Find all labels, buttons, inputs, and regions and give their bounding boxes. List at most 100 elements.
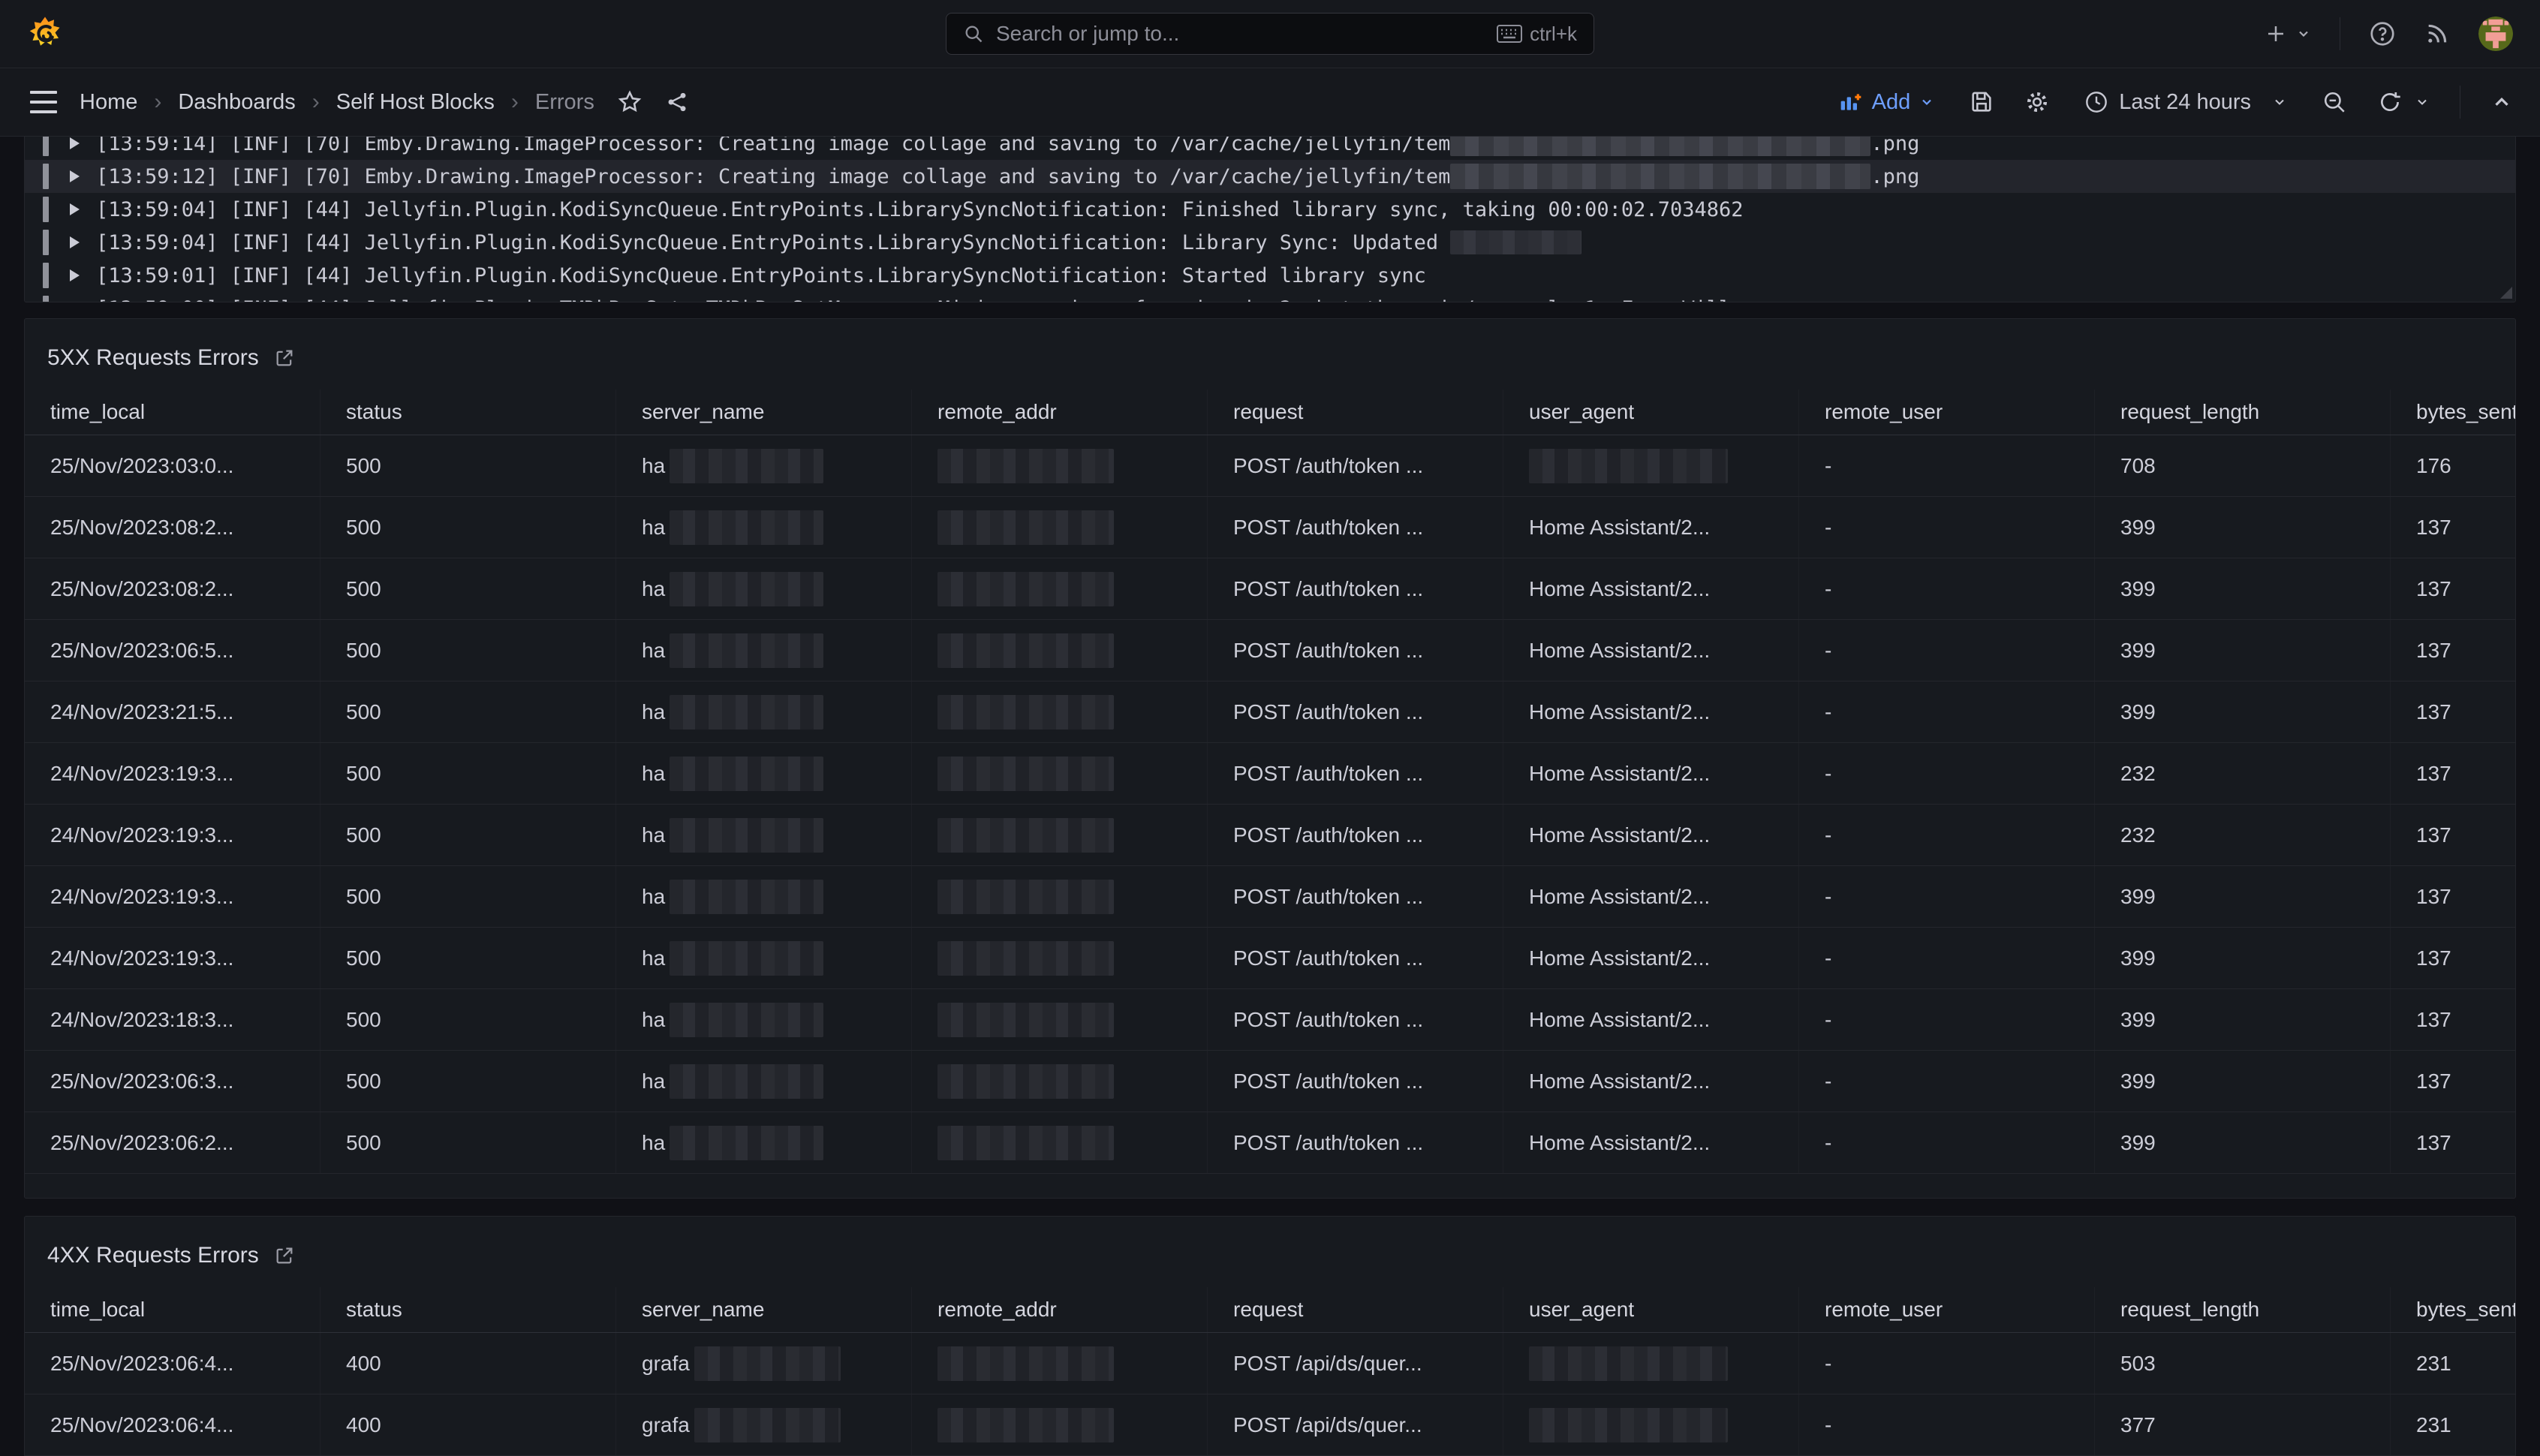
avatar[interactable]	[2478, 17, 2513, 51]
grafana-logo-icon[interactable]	[27, 15, 63, 53]
redacted-blur	[670, 941, 823, 976]
panel-header[interactable]: 5XX Requests Errors	[25, 319, 2515, 373]
column-header-server-name[interactable]: server_name	[616, 390, 912, 435]
help-button[interactable]	[2369, 20, 2396, 47]
column-header-time-local[interactable]: time_local	[25, 390, 321, 435]
column-header-request-length[interactable]: request_length	[2095, 390, 2391, 435]
table-row[interactable]: 25/Nov/2023:06:3...500haPOST /auth/token…	[25, 1051, 2515, 1112]
cell-text: 25/Nov/2023:06:3...	[50, 1069, 233, 1094]
news-button[interactable]	[2424, 21, 2450, 47]
cell-text: ha	[642, 762, 665, 786]
zoom-out-button[interactable]	[2322, 89, 2347, 115]
external-link-icon[interactable]	[274, 1245, 295, 1266]
column-header-request[interactable]: request	[1208, 390, 1503, 435]
cell-text: 137	[2416, 1131, 2451, 1155]
table-row[interactable]: 24/Nov/2023:19:3...500haPOST /auth/token…	[25, 805, 2515, 866]
table-row[interactable]: 25/Nov/2023:06:4...400grafaPOST /api/ds/…	[25, 1394, 2515, 1456]
table-row[interactable]: 24/Nov/2023:19:3...500haPOST /auth/token…	[25, 743, 2515, 805]
column-header-bytes-sent[interactable]: bytes_sent	[2391, 1287, 2516, 1333]
add-button[interactable]: Add	[1834, 89, 1940, 116]
table-row[interactable]: 24/Nov/2023:19:3...500haPOST /auth/token…	[25, 928, 2515, 989]
expand-caret-icon[interactable]	[70, 203, 80, 215]
search-input[interactable]: Search or jump to... ctrl+k	[946, 13, 1594, 55]
redacted-blur	[937, 757, 1114, 791]
table-row[interactable]: 24/Nov/2023:21:5...500haPOST /auth/token…	[25, 681, 2515, 743]
redacted-blur	[670, 449, 823, 483]
table-row[interactable]: 25/Nov/2023:08:2...500haPOST /auth/token…	[25, 497, 2515, 558]
favorite-button[interactable]	[617, 89, 643, 115]
breadcrumb-item-self-host-blocks[interactable]: Self Host Blocks	[336, 90, 495, 115]
breadcrumb-item-home[interactable]: Home	[80, 90, 137, 115]
expand-caret-icon[interactable]	[70, 236, 80, 248]
share-button[interactable]	[665, 90, 689, 114]
log-row[interactable]: [13:59:00] [INF] [44] Jellyfin.Plugin.TM…	[25, 292, 2515, 302]
column-header-time-local[interactable]: time_local	[25, 1287, 321, 1333]
panel-header[interactable]: 4XX Requests Errors	[25, 1217, 2515, 1271]
time-range-picker[interactable]: Last 24 hours	[2080, 89, 2292, 116]
cell-text: 399	[2120, 1008, 2156, 1032]
refresh-button[interactable]	[2377, 89, 2403, 115]
log-row[interactable]: [13:59:14] [INF] [70] Emby.Drawing.Image…	[25, 137, 2515, 160]
log-row[interactable]: [13:59:12] [INF] [70] Emby.Drawing.Image…	[25, 160, 2515, 193]
log-text: [13:59:14] [INF] [70] Emby.Drawing.Image…	[96, 137, 1450, 155]
redacted-blur	[670, 1126, 823, 1160]
table-row[interactable]: 24/Nov/2023:19:3...500haPOST /auth/token…	[25, 866, 2515, 928]
new-button[interactable]	[2265, 23, 2311, 45]
column-header-server-name[interactable]: server_name	[616, 1287, 912, 1333]
logs-panel[interactable]: [13:59:14] [INF] [70] Emby.Drawing.Image…	[24, 137, 2516, 302]
cell-text: ha	[642, 823, 665, 847]
log-row[interactable]: [13:59:04] [INF] [44] Jellyfin.Plugin.Ko…	[25, 193, 2515, 226]
table-row[interactable]: 25/Nov/2023:06:2...500haPOST /auth/token…	[25, 1112, 2515, 1174]
table-row[interactable]: 25/Nov/2023:08:2...500haPOST /auth/token…	[25, 558, 2515, 620]
breadcrumb-actions	[617, 89, 689, 115]
external-link-icon[interactable]	[274, 347, 295, 369]
column-header-request-length[interactable]: request_length	[2095, 1287, 2391, 1333]
column-header-user-agent[interactable]: user_agent	[1503, 390, 1799, 435]
table-row[interactable]: 24/Nov/2023:18:3...500haPOST /auth/token…	[25, 989, 2515, 1051]
cell-text: 25/Nov/2023:08:2...	[50, 516, 233, 540]
cell-user-agent	[1503, 435, 1799, 497]
cell-request-length: 377	[2095, 1394, 2391, 1456]
panel-4xx-requests-errors[interactable]: 4XX Requests Errors time_localstatusserv…	[24, 1216, 2516, 1456]
expand-caret-icon[interactable]	[70, 269, 80, 281]
column-header-remote-addr[interactable]: remote_addr	[912, 390, 1208, 435]
collapse-toolbar-button[interactable]	[2490, 91, 2513, 113]
cell-text: 137	[2416, 885, 2451, 909]
cell-user-agent: Home Assistant/2...	[1503, 497, 1799, 558]
cell-remote-user: -	[1799, 435, 2095, 497]
table-row[interactable]: 25/Nov/2023:06:5...500haPOST /auth/token…	[25, 620, 2515, 681]
cell-text: -	[1825, 700, 1831, 724]
column-header-user-agent[interactable]: user_agent	[1503, 1287, 1799, 1333]
cell-remote-addr	[912, 743, 1208, 805]
add-panel-icon	[1839, 90, 1863, 114]
column-header-status[interactable]: status	[321, 1287, 616, 1333]
menu-button[interactable]	[27, 86, 60, 118]
log-row[interactable]: [13:59:01] [INF] [44] Jellyfin.Plugin.Ko…	[25, 259, 2515, 292]
cell-text: -	[1825, 823, 1831, 847]
chevron-down-icon	[1919, 95, 1934, 110]
redacted-blur	[670, 757, 823, 791]
breadcrumb: Home›Dashboards›Self Host Blocks›Errors	[80, 89, 594, 115]
table-row[interactable]: 25/Nov/2023:03:0...500haPOST /auth/token…	[25, 435, 2515, 497]
column-header-status[interactable]: status	[321, 390, 616, 435]
redacted-blur	[937, 572, 1114, 606]
column-header-remote-addr[interactable]: remote_addr	[912, 1287, 1208, 1333]
panel-5xx-requests-errors[interactable]: 5XX Requests Errors time_localstatusserv…	[24, 318, 2516, 1199]
refresh-interval-button[interactable]	[2415, 95, 2430, 110]
save-dashboard-button[interactable]	[1969, 89, 1994, 115]
cell-request: POST /auth/token ...	[1208, 928, 1503, 989]
cell-text: Home Assistant/2...	[1529, 1069, 1710, 1094]
table-header-row: time_localstatusserver_nameremote_addrre…	[25, 1287, 2515, 1333]
cell-text: ha	[642, 639, 665, 663]
column-header-request[interactable]: request	[1208, 1287, 1503, 1333]
table-row[interactable]: 25/Nov/2023:06:4...400grafaPOST /api/ds/…	[25, 1333, 2515, 1394]
log-row[interactable]: [13:59:04] [INF] [44] Jellyfin.Plugin.Ko…	[25, 226, 2515, 259]
column-header-remote-user[interactable]: remote_user	[1799, 1287, 2095, 1333]
breadcrumb-item-dashboards[interactable]: Dashboards	[178, 90, 295, 115]
column-header-bytes-sent[interactable]: bytes_sent	[2391, 390, 2516, 435]
expand-caret-icon[interactable]	[70, 170, 80, 182]
cell-remote-addr	[912, 928, 1208, 989]
dashboard-settings-button[interactable]	[2024, 89, 2050, 115]
expand-caret-icon[interactable]	[70, 137, 80, 149]
column-header-remote-user[interactable]: remote_user	[1799, 390, 2095, 435]
